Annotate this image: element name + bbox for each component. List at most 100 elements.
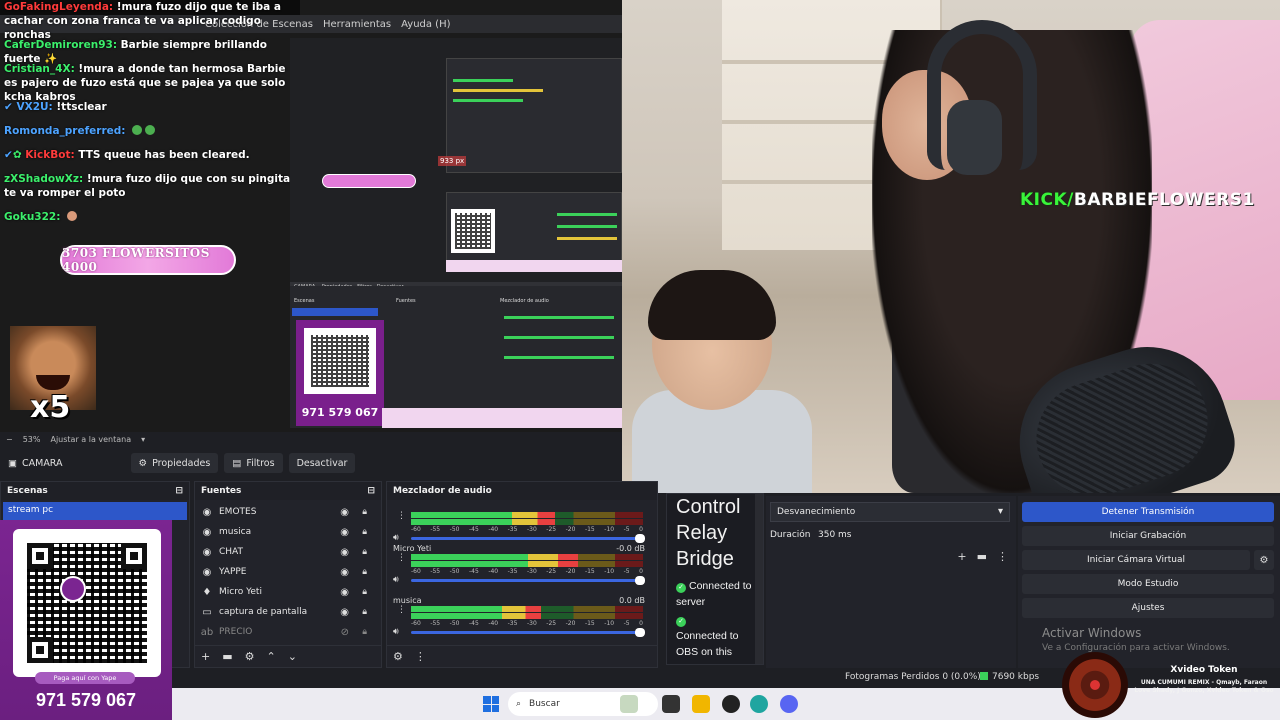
obs-preview[interactable]: Colección de Escenas Herramientas Ayuda … [0, 0, 622, 432]
relay-status-obs: ✓ Connected to OBS on this [676, 617, 739, 658]
taskbar-widget-icon[interactable] [620, 695, 638, 713]
zoom-fit-label[interactable]: Ajustar a la ventana [50, 435, 131, 444]
volume-slider[interactable] [411, 628, 645, 637]
file-explorer-icon[interactable] [692, 695, 710, 713]
transition-select[interactable]: Desvanecimiento [770, 502, 1010, 522]
camera-icon: ▣ [8, 457, 17, 469]
source-item-chat[interactable]: ◉ CHAT ◉ 🔒︎ [195, 542, 381, 562]
volume-slider[interactable] [411, 576, 645, 585]
source-item-micro-yeti[interactable]: ♦ Micro Yeti ◉ 🔒︎ [195, 582, 381, 602]
chat-message: ✔✿ KickBot: TTS queue has been cleared. [4, 148, 296, 162]
source-toolbar: ▣ CAMARA ⚙ Propiedades ▤ Filtros Desacti… [0, 450, 622, 476]
chat-message: GoFakingLeyenda: !mura fuzo dijo que te … [4, 0, 296, 42]
kebab-menu-icon[interactable]: ⋮ [415, 650, 426, 663]
chat-username: zXShadowXz: [4, 173, 84, 185]
source-item-precio[interactable]: ab PRECIO ⊘ 🔒︎ [195, 622, 381, 642]
zoom-value[interactable]: 53% [23, 435, 41, 444]
add-icon[interactable]: + [201, 650, 210, 663]
connection-status-icon [980, 672, 988, 680]
mixer-footer: ⚙ ⋮ [387, 645, 657, 667]
lock-icon[interactable]: 🔒︎ [362, 507, 367, 517]
hidden-eye-icon[interactable]: ⊘ [341, 627, 349, 638]
visibility-eye-icon[interactable]: ◉ [340, 607, 349, 618]
bitrate: 7690 kbps [980, 672, 1039, 682]
kebab-menu-icon[interactable]: ⋮ [397, 553, 406, 563]
properties-button[interactable]: ⚙ Propiedades [130, 453, 219, 473]
kebab-menu-icon[interactable]: ⋮ [997, 550, 1008, 563]
meter-tick-label: 0 [639, 568, 643, 575]
lock-icon[interactable]: 🔒︎ [362, 627, 367, 637]
meter-ticks: -60 -55 -50 -45 -40 -35 -30 -25 -20 -15 -10 -5 0 [411, 526, 643, 533]
emote-icon [67, 211, 78, 221]
visibility-eye-icon[interactable]: ◉ [340, 547, 349, 558]
gear-icon[interactable]: ⚙ [1254, 550, 1274, 570]
source-item-emotes[interactable]: ◉ EMOTES ◉ 🔒︎ [195, 502, 381, 522]
qr-code-panel [13, 529, 161, 677]
source-item-captura-de-pantalla[interactable]: ▭ captura de pantalla ◉ 🔒︎ [195, 602, 381, 622]
mini-pink-strip [446, 260, 622, 272]
speaker-icon[interactable]: 🔊︎ [393, 627, 399, 637]
relay-scrollbar[interactable] [755, 494, 763, 664]
deactivate-button[interactable]: Desactivar [288, 453, 356, 473]
volume-slider[interactable] [411, 534, 645, 543]
edge-browser-icon[interactable] [750, 695, 768, 713]
relay-status-server: ✓ Connected to server [676, 580, 752, 608]
discord-icon[interactable] [780, 695, 798, 713]
gear-icon[interactable]: ⚙ [245, 650, 255, 663]
settings-button[interactable]: Ajustes [1022, 598, 1274, 618]
scene-item-stream-pc[interactable]: stream pc [3, 502, 187, 520]
trash-icon[interactable]: ▬ [977, 550, 987, 563]
stop-stream-button[interactable]: Detener Transmisión [1022, 502, 1274, 522]
start-recording-button[interactable]: Iniciar Grabación [1022, 526, 1274, 546]
camera-preview: KICK/BARBIEFLOWERS1 [622, 0, 1280, 493]
visibility-eye-icon[interactable]: ◉ [340, 507, 349, 518]
speaker-icon[interactable]: 🔊︎ [393, 575, 399, 585]
audio-meter [411, 613, 643, 619]
move-down-icon[interactable]: ⌄ [288, 650, 297, 663]
obs-app-icon[interactable] [722, 695, 740, 713]
meter-tick-label: -20 [565, 620, 576, 627]
meter-tick-label: -60 [411, 568, 421, 575]
chat-text: !ttsclear [56, 101, 107, 113]
trash-icon[interactable]: ▬ [222, 650, 232, 663]
chevron-down-icon[interactable]: ▾ [141, 435, 145, 444]
visibility-eye-icon[interactable]: ◉ [340, 527, 349, 538]
source-item-yappe[interactable]: ◉ YAPPE ◉ 🔒︎ [195, 562, 381, 582]
windows-start-icon[interactable] [483, 696, 499, 712]
filters-button[interactable]: ▤ Filtros [224, 453, 283, 473]
move-up-icon[interactable]: ⌃ [267, 650, 276, 663]
add-icon[interactable]: + [957, 550, 966, 563]
lock-icon[interactable]: 🔒︎ [362, 587, 367, 597]
meter-tick-label: -40 [488, 526, 499, 533]
mixer-settings-icon[interactable]: ⚙ [393, 650, 403, 663]
audio-mixer-dock: Mezclador de audio ⋮ -60 -55 -50 -45 -40 -35-… [386, 481, 658, 668]
duration-input[interactable]: 350 ms [812, 526, 1010, 546]
meter-tick-label: -30 [526, 568, 537, 575]
lock-icon[interactable]: 🔒︎ [362, 607, 367, 617]
visibility-eye-icon[interactable]: ◉ [340, 567, 349, 578]
lock-icon[interactable]: 🔒︎ [362, 527, 367, 537]
mini-qr-panel: 971 579 067 [296, 320, 384, 426]
meter-tick-label: 0 [639, 526, 643, 533]
mixer-channel-musica: musica 0.0 dB ⋮ -60 -55 -50 -45 -40 -35 -30 -25… [393, 596, 645, 637]
mini-chat [290, 38, 450, 188]
mini-px-label: 933 px [438, 156, 467, 166]
lock-icon[interactable]: 🔒︎ [362, 567, 367, 577]
meter-tick-label: -35 [507, 526, 518, 533]
search-icon: ⌕ [516, 699, 522, 709]
monitor-icon: ▭ [202, 606, 212, 618]
zoom-minus-icon[interactable]: − [6, 435, 13, 444]
task-view-icon[interactable] [662, 695, 680, 713]
kebab-menu-icon[interactable]: ⋮ [397, 511, 406, 521]
meter-tick-label: -10 [604, 620, 615, 627]
dock-undock-icon[interactable]: ⊟ [367, 486, 375, 496]
start-virtual-camera-button[interactable]: Iniciar Cámara Virtual [1022, 550, 1250, 570]
speaker-icon[interactable]: 🔊︎ [393, 533, 399, 543]
visibility-eye-icon[interactable]: ◉ [340, 587, 349, 598]
lock-icon[interactable]: 🔒︎ [362, 547, 367, 557]
source-item-musica[interactable]: ◉ musica ◉ 🔒︎ [195, 522, 381, 542]
studio-mode-button[interactable]: Modo Estudio [1022, 574, 1274, 594]
dock-undock-icon[interactable]: ⊟ [175, 486, 183, 496]
kebab-menu-icon[interactable]: ⋮ [397, 605, 406, 615]
meter-ticks: -60 -55 -50 -45 -40 -35 -30 -25 -20 -15 -10 -5 0 [411, 620, 643, 627]
